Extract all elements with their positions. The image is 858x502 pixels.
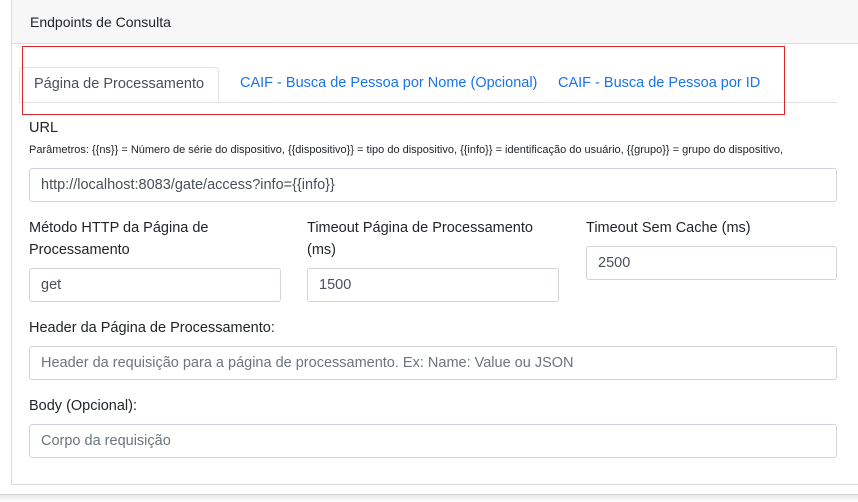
card-title: Endpoints de Consulta xyxy=(30,14,171,30)
body-label: Body (Opcional): xyxy=(29,398,137,414)
timeout-input[interactable]: 1500 xyxy=(307,268,559,302)
body-input[interactable]: Corpo da requisição xyxy=(29,424,837,458)
url-label: URL xyxy=(29,120,59,136)
bottom-shadow xyxy=(0,495,858,502)
tab-caif-busca-id[interactable]: CAIF - Busca de Pessoa por ID xyxy=(558,67,760,102)
timeout-no-cache-input[interactable]: 2500 xyxy=(586,246,837,280)
header-input[interactable]: Header da requisição para a página de pr… xyxy=(29,346,837,380)
timeout-no-cache-label: Timeout Sem Cache (ms) xyxy=(586,220,751,236)
timeout-label-line1: Timeout Página de Processamento xyxy=(307,220,533,236)
url-input[interactable]: http://localhost:8083/gate/access?info={… xyxy=(29,168,837,202)
method-label-line1: Método HTTP da Página de xyxy=(29,220,209,236)
card-header: Endpoints de Consulta xyxy=(12,0,858,44)
tab-pagina-processamento[interactable]: Página de Processamento xyxy=(19,67,220,102)
timeout-label-line2: (ms) xyxy=(307,242,336,258)
method-input[interactable]: get xyxy=(29,268,281,302)
header-label: Header da Página de Processamento: xyxy=(29,320,275,336)
tab-bar: Página de Processamento CAIF - Busca de … xyxy=(19,67,837,103)
tab-caif-busca-nome[interactable]: CAIF - Busca de Pessoa por Nome (Opciona… xyxy=(240,67,537,102)
url-params-help: Parâmetros: {{ns}} = Número de série do … xyxy=(29,144,784,156)
method-label-line2: Processamento xyxy=(29,242,130,258)
